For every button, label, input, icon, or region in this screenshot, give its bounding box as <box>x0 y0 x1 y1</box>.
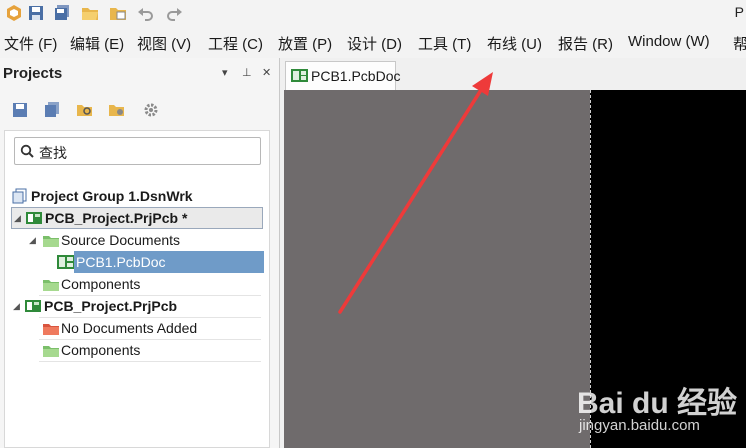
tree-item-workspace[interactable]: Project Group 1.DsnWrk <box>11 185 265 207</box>
tree-item-label: Project Group 1.DsnWrk <box>31 188 193 204</box>
menu-place[interactable]: 放置 (P) <box>278 33 332 54</box>
menu-project[interactable]: 工程 (C) <box>208 33 263 54</box>
pcb-project-icon <box>25 300 41 312</box>
search-text: 查找 <box>39 145 67 161</box>
tree-item-components[interactable]: Components <box>11 273 265 295</box>
tree-item-components-2[interactable]: Components <box>11 339 265 361</box>
pcb-doc-icon <box>291 69 308 82</box>
redo-icon[interactable] <box>164 3 184 23</box>
watermark-brand: Bai du 经验 <box>577 387 738 420</box>
title-bar: P <box>0 0 746 26</box>
search-icon <box>20 144 34 158</box>
tree-item-label: PCB_Project.PrjPcb * <box>45 210 188 226</box>
tree-item-pcb-project-2[interactable]: ◢ PCB_Project.PrjPcb <box>11 295 265 317</box>
panel-header: Projects ▾ ⊥ ✕ <box>0 58 280 88</box>
save-all-icon[interactable] <box>44 102 64 122</box>
tree-item-pcb-doc[interactable]: PCB1.PcbDoc <box>11 251 265 273</box>
gear-icon[interactable] <box>143 102 163 122</box>
project-settings-icon[interactable] <box>108 102 128 122</box>
expand-arrow-icon[interactable]: ◢ <box>13 301 20 312</box>
tree-item-no-documents[interactable]: No Documents Added <box>11 317 265 339</box>
tree-item-label: PCB_Project.PrjPcb <box>44 298 178 314</box>
tab-label: PCB1.PcbDoc <box>311 68 401 84</box>
menu-help[interactable]: 帮 <box>733 33 746 54</box>
menu-window[interactable]: Window (W) <box>628 33 710 50</box>
panel-toolbar <box>0 96 280 126</box>
menu-file[interactable]: 文件 (F) <box>4 33 57 54</box>
panel-close-button[interactable]: ✕ <box>262 66 271 79</box>
open-project-icon[interactable] <box>108 3 128 23</box>
workspace-icon <box>12 188 27 204</box>
save-icon[interactable] <box>12 102 32 122</box>
expand-arrow-icon[interactable]: ◢ <box>29 235 36 246</box>
tree-item-label: Components <box>61 276 141 292</box>
menu-design[interactable]: 设计 (D) <box>347 33 402 54</box>
menu-view[interactable]: 视图 (V) <box>137 33 191 54</box>
pcb-canvas[interactable] <box>284 90 590 448</box>
folder-green-icon <box>43 346 59 357</box>
panel-menu-button[interactable]: ▾ <box>222 66 228 79</box>
menu-reports[interactable]: 报告 (R) <box>558 33 613 54</box>
folder-green-icon <box>43 280 59 291</box>
save-icon[interactable] <box>26 3 46 23</box>
search-input[interactable]: 查找 <box>14 137 261 165</box>
pcb-project-icon <box>26 212 42 224</box>
tree-item-label: No Documents Added <box>61 320 198 336</box>
tab-pcb1-pcbdoc[interactable]: PCB1.PcbDoc <box>285 61 400 90</box>
menu-route[interactable]: 布线 (U) <box>487 33 542 54</box>
open-folder-icon[interactable] <box>80 3 100 23</box>
watermark-site: jingyan.baidu.com <box>579 417 700 434</box>
window-title: P <box>734 4 744 20</box>
project-tree-area: 查找 Project Group 1.DsnWrk ◢ PCB_Project.… <box>4 130 270 448</box>
menu-bar: 文件 (F) 编辑 (E) 视图 (V) 工程 (C) 放置 (P) 设计 (D… <box>0 26 746 58</box>
find-doc-icon[interactable] <box>76 102 96 122</box>
tree-item-source-documents[interactable]: ◢ Source Documents <box>11 229 265 251</box>
tree-separator <box>39 361 261 362</box>
menu-tools[interactable]: 工具 (T) <box>418 33 471 54</box>
expand-arrow-icon[interactable]: ◢ <box>14 213 21 224</box>
tree-item-pcb-project[interactable]: ◢ PCB_Project.PrjPcb * <box>11 207 263 229</box>
folder-green-icon <box>43 236 59 247</box>
undo-icon[interactable] <box>136 3 156 23</box>
document-tab-strip: PCB1.PcbDoc <box>281 58 746 90</box>
pcb-doc-icon <box>57 255 75 269</box>
projects-panel: Projects ▾ ⊥ ✕ 查找 Project Group 1.DsnWrk <box>0 58 280 448</box>
tree-item-label: PCB1.PcbDoc <box>76 254 166 270</box>
folder-red-icon <box>43 324 59 335</box>
save-all-icon[interactable] <box>52 3 72 23</box>
tree-item-label: Components <box>61 342 141 358</box>
watermark-logo: Bai du 经验 jingyan.baidu.com <box>575 372 740 442</box>
menu-edit[interactable]: 编辑 (E) <box>70 33 124 54</box>
tree-item-label: Source Documents <box>61 232 181 248</box>
app-logo-icon <box>4 3 24 23</box>
panel-pin-button[interactable]: ⊥ <box>242 66 252 79</box>
panel-title: Projects <box>3 65 63 82</box>
